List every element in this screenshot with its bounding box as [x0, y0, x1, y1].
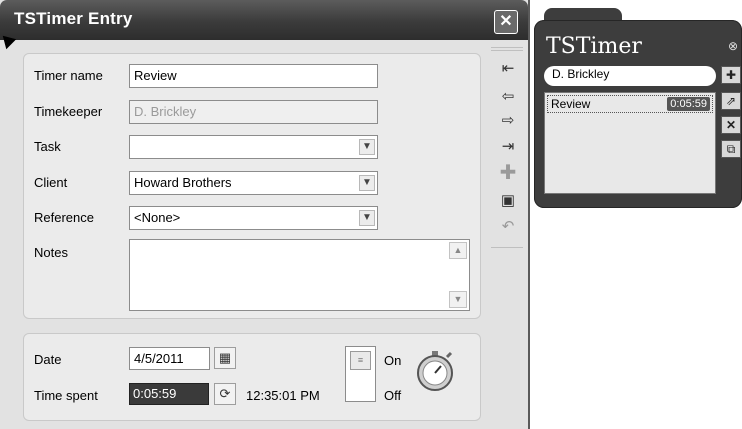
- save-icon[interactable]: ▣: [497, 191, 519, 211]
- timer-name-value: Review: [134, 68, 177, 83]
- toolbar-divider: [491, 47, 523, 48]
- scroll-down-icon[interactable]: ▼: [449, 291, 467, 308]
- notes-label: Notes: [34, 245, 68, 260]
- client-select[interactable]: Howard Brothers ▼: [129, 171, 378, 195]
- time-spent-value: 0:05:59: [133, 386, 177, 401]
- toggle-knob[interactable]: ≡: [350, 351, 371, 370]
- toolbar-divider: [491, 50, 523, 51]
- chevron-down-icon[interactable]: ▼: [359, 175, 375, 191]
- list-item[interactable]: Review 0:05:59: [547, 95, 713, 113]
- notes-scrollbar[interactable]: ▲ ▼: [449, 242, 467, 308]
- last-record-icon[interactable]: ⇥: [497, 137, 519, 157]
- timer-list[interactable]: Review 0:05:59: [544, 92, 716, 194]
- close-button[interactable]: ✕: [494, 10, 518, 34]
- clock-time: 12:35:01 PM: [246, 388, 320, 403]
- on-label: On: [384, 353, 402, 368]
- toolbar-divider: [491, 247, 523, 248]
- delete-timer-icon[interactable]: ✕: [721, 116, 741, 134]
- date-value: 4/5/2011: [134, 351, 184, 366]
- mini-close-icon[interactable]: ⊗: [728, 39, 738, 53]
- calendar-icon[interactable]: ▦: [214, 347, 236, 369]
- reference-label: Reference: [34, 210, 94, 225]
- timekeeper-value: D. Brickley: [134, 104, 197, 119]
- timekeeper-field: D. Brickley: [129, 100, 378, 124]
- timer-on-off-toggle[interactable]: ≡: [345, 346, 376, 402]
- date-label: Date: [34, 352, 62, 367]
- chevron-down-icon[interactable]: ▼: [359, 210, 375, 226]
- timer-item-name: Review: [551, 97, 591, 111]
- task-label: Task: [34, 139, 61, 154]
- stopwatch-icon[interactable]: [413, 349, 457, 393]
- user-selector[interactable]: D. Brickley: [544, 66, 716, 86]
- add-timer-icon[interactable]: ✚: [721, 66, 741, 84]
- date-input[interactable]: 4/5/2011: [129, 347, 210, 370]
- tstimer-mini-window: ····· TSTimer ⊗ D. Brickley Review 0:05:…: [534, 8, 742, 208]
- record-toolbar: ⇤ ⇦ ⇨ ⇥ ✚ ▣ ↶: [489, 47, 525, 257]
- window-title: TSTimer Entry: [14, 9, 133, 28]
- user-name: D. Brickley: [552, 67, 610, 81]
- client-label: Client: [34, 175, 68, 190]
- open-timer-icon[interactable]: ⇗: [721, 92, 741, 110]
- off-label: Off: [384, 388, 402, 403]
- previous-record-icon[interactable]: ⇦: [497, 87, 519, 107]
- task-select[interactable]: ▼: [129, 135, 378, 159]
- time-spent-input[interactable]: 0:05:59: [129, 383, 209, 405]
- timer-name-input[interactable]: Review: [129, 64, 378, 88]
- time-spent-label: Time spent: [34, 388, 98, 403]
- next-record-icon[interactable]: ⇨: [497, 111, 519, 131]
- timer-item-time: 0:05:59: [667, 97, 710, 111]
- reference-select[interactable]: <None> ▼: [129, 206, 378, 230]
- tstimer-entry-window: TSTimer Entry ✕ Timer name Review Timeke…: [0, 0, 530, 429]
- first-record-icon[interactable]: ⇤: [497, 59, 519, 79]
- close-icon: ✕: [499, 13, 513, 30]
- scroll-up-icon[interactable]: ▲: [449, 242, 467, 259]
- reference-value: <None>: [134, 210, 181, 225]
- title-bar[interactable]: TSTimer Entry ✕: [0, 0, 528, 40]
- reset-time-icon[interactable]: ⟳: [214, 383, 236, 405]
- chevron-down-icon[interactable]: ▼: [359, 139, 375, 155]
- undo-icon[interactable]: ↶: [497, 217, 519, 237]
- timer-name-label: Timer name: [34, 68, 103, 83]
- client-value: Howard Brothers: [134, 175, 232, 190]
- add-icon[interactable]: ✚: [497, 163, 519, 183]
- timekeeper-label: Timekeeper: [34, 104, 103, 119]
- copy-timer-icon[interactable]: ⧉: [721, 140, 741, 158]
- notes-textarea[interactable]: ▲ ▼: [129, 239, 470, 311]
- mini-window-title: TSTimer: [546, 34, 642, 59]
